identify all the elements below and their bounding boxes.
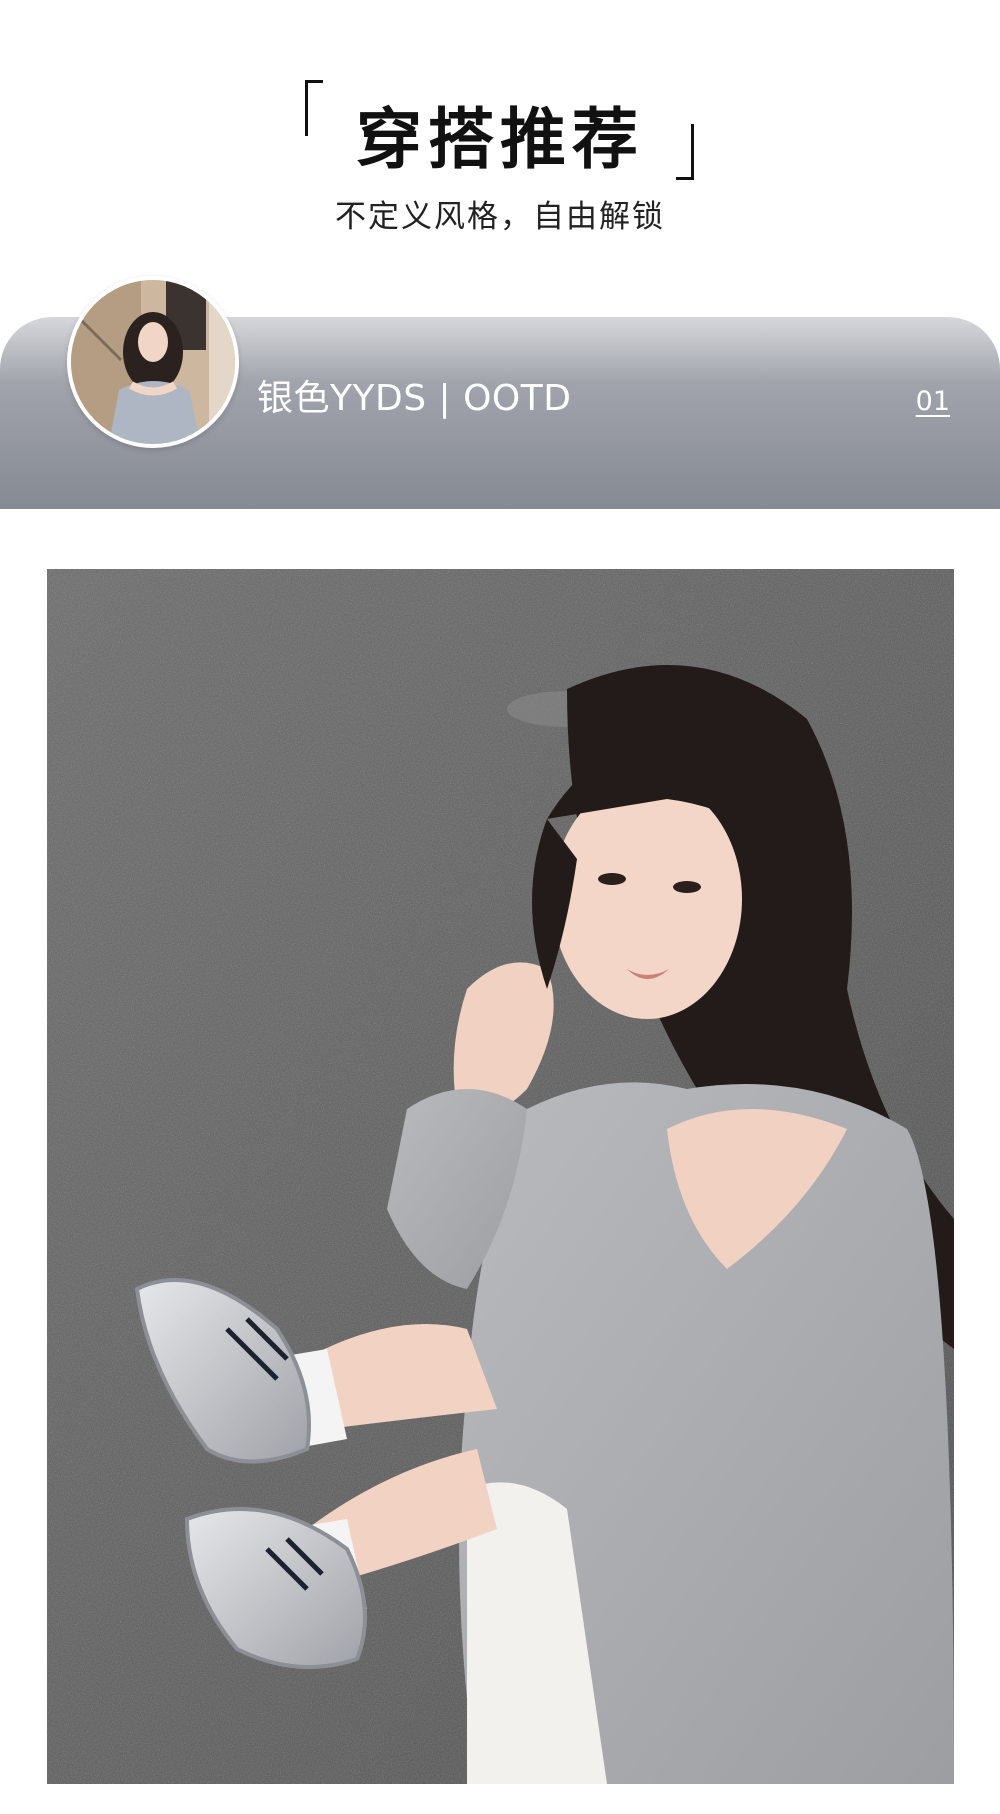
avatar-illustration — [71, 280, 235, 444]
header-section: 穿搭推荐 不定义风格，自由解锁 — [0, 0, 1000, 270]
main-photo — [47, 569, 954, 1784]
page-title: 穿搭推荐 — [356, 100, 644, 178]
banner-index-link[interactable]: 01 — [916, 385, 950, 419]
page-subtitle: 不定义风格，自由解锁 — [335, 199, 665, 235]
banner-label: 银色YYDS | OOTD — [257, 378, 572, 419]
avatar — [67, 276, 239, 448]
bracket-right-decoration — [676, 124, 694, 180]
photo-illustration — [47, 569, 954, 1784]
